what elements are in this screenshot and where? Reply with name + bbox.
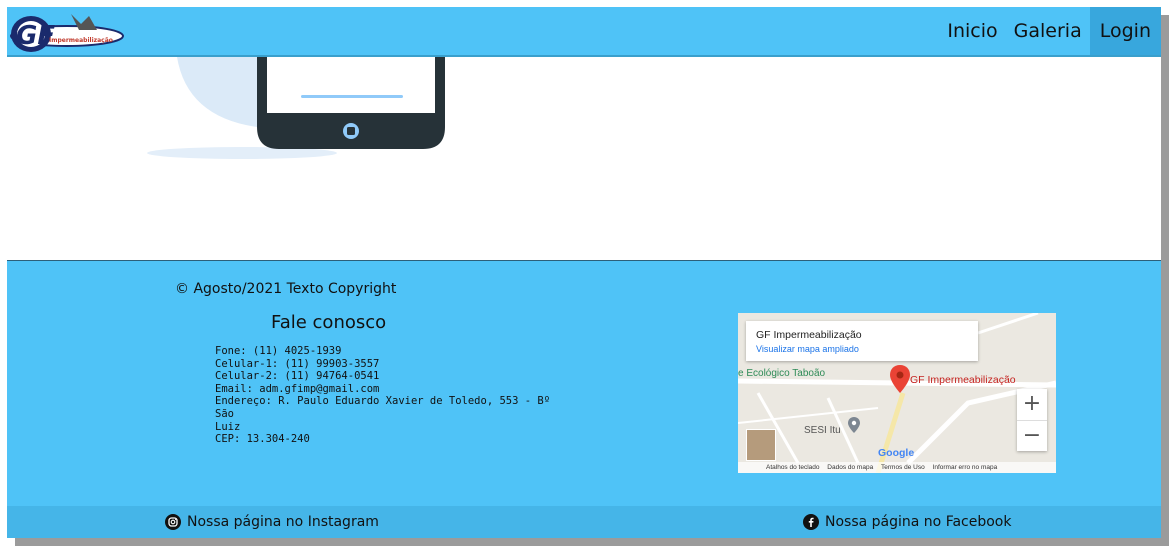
logo-graphic: GF Impermeabilização bbox=[10, 14, 124, 52]
map-attribution: Atalhos do teclado Dados do mapa Termos … bbox=[738, 462, 1056, 473]
nav-link-inicio[interactable]: Inicio bbox=[939, 7, 1005, 55]
facebook-icon bbox=[803, 514, 819, 530]
instagram-icon bbox=[165, 514, 181, 530]
map-data-link[interactable]: Dados do mapa bbox=[827, 464, 873, 471]
map-satellite-toggle[interactable] bbox=[746, 429, 776, 461]
phone-screen-line bbox=[301, 95, 403, 98]
map-zoom-controls: + − bbox=[1017, 389, 1047, 451]
map-terms-link[interactable]: Termos de Uso bbox=[881, 464, 925, 471]
footer: © Agosto/2021 Texto Copyright Fale conos… bbox=[7, 260, 1161, 509]
map-keyboard-shortcuts[interactable]: Atalhos do teclado bbox=[766, 464, 819, 471]
logo-subtext: Impermeabilização bbox=[49, 37, 113, 44]
google-logo: Google bbox=[878, 447, 915, 459]
map-poi-pin-icon bbox=[848, 417, 860, 433]
contact-phone: Fone: (11) 4025-1939 bbox=[215, 345, 342, 357]
logo-letters: GF bbox=[16, 21, 55, 51]
copyright-text: © Agosto/2021 Texto Copyright bbox=[175, 281, 397, 297]
nav-link-login[interactable]: Login bbox=[1089, 7, 1161, 55]
instagram-link[interactable]: Nossa página no Instagram bbox=[165, 514, 379, 530]
contact-details: Fone: (11) 4025-1939 Celular-1: (11) 999… bbox=[215, 345, 555, 446]
navbar: GF Impermeabilização Inicio Galeria Logi… bbox=[7, 7, 1161, 57]
brand-logo[interactable]: GF Impermeabilização bbox=[9, 10, 127, 54]
map-sesi-label: SESI Itu bbox=[804, 425, 841, 436]
illustration-blob-left bbox=[177, 57, 257, 127]
facebook-link[interactable]: Nossa página no Facebook bbox=[803, 514, 1011, 530]
contact-title: Fale conosco bbox=[271, 312, 387, 333]
map-place-label: e Ecológico Taboão bbox=[738, 368, 826, 379]
map-card-title: GF Impermeabilização bbox=[756, 329, 862, 341]
contact-mobile-1: Celular-1: (11) 99903-3557 bbox=[215, 357, 380, 370]
page-frame: GF Impermeabilização Inicio Galeria Logi… bbox=[7, 7, 1161, 538]
social-bar: Nossa página no Instagram Nossa página n… bbox=[7, 506, 1161, 538]
contact-cep: CEP: 13.304-240 bbox=[215, 433, 310, 446]
map-marker-label: GF Impermeabilização bbox=[910, 374, 1016, 386]
contact-address: Endereço: R. Paulo Eduardo Xavier de Tol… bbox=[215, 395, 551, 420]
phone-screen bbox=[267, 57, 435, 113]
map-enlarge-link[interactable]: Visualizar mapa ampliado bbox=[756, 344, 859, 354]
embedded-map[interactable]: GF Impermeabilização Visualizar mapa amp… bbox=[738, 313, 1056, 473]
zoom-in-button[interactable]: + bbox=[1017, 389, 1047, 419]
map-marker-icon[interactable] bbox=[890, 365, 910, 393]
zoom-out-button[interactable]: − bbox=[1017, 420, 1047, 451]
phone-illustration bbox=[147, 57, 445, 159]
nav-links: Inicio Galeria Login bbox=[939, 7, 1161, 55]
map-report-link[interactable]: Informar erro no mapa bbox=[933, 464, 998, 471]
nav-link-galeria[interactable]: Galeria bbox=[1006, 7, 1090, 55]
facebook-label: Nossa página no Facebook bbox=[825, 514, 1012, 530]
contact-mobile-2: Celular-2: (11) 94764-0541 bbox=[215, 370, 380, 383]
map-info-card: GF Impermeabilização Visualizar mapa amp… bbox=[746, 321, 978, 361]
contact-address-cont: Luiz bbox=[215, 420, 241, 433]
instagram-label: Nossa página no Instagram bbox=[187, 514, 379, 530]
contact-email: Email: adm.gfimp@gmail.com bbox=[215, 382, 380, 395]
